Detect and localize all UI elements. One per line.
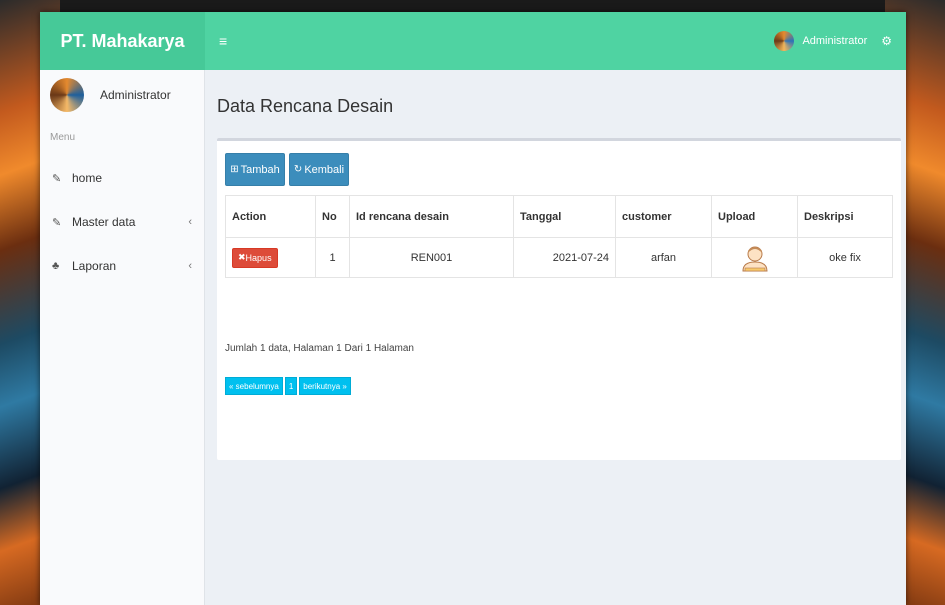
kembali-button[interactable]: ↻ Kembali (289, 153, 349, 186)
cell-id: REN001 (349, 237, 514, 278)
refresh-icon: ↻ (293, 164, 303, 175)
sidebar-item-home[interactable]: ✎ home (40, 156, 204, 200)
next-page-button[interactable]: berikutnya » (299, 377, 351, 395)
cell-no: 1 (315, 237, 350, 278)
sidebar: Administrator Menu ✎ home ✎ Master data … (40, 70, 205, 605)
page-title: Data Rencana Desain (217, 96, 394, 116)
prev-page-button[interactable]: « sebelumnya (225, 377, 283, 395)
app-window: PT. Mahakarya ≡ Administrator ⚙ Administ… (40, 12, 906, 605)
table-row: ✖ Hapus 1 REN001 2021-07-24 arfan oke fi… (225, 237, 893, 278)
close-icon: ✖ (238, 252, 246, 262)
chevron-left-icon: ‹ (188, 216, 192, 228)
cell-customer: arfan (615, 237, 712, 278)
data-table: Action No Id rencana desain Tanggal cust… (225, 195, 893, 278)
topbar-user-name: Administrator (802, 35, 868, 47)
menu-header: Menu (50, 132, 76, 143)
user-avatar-small (774, 31, 795, 51)
pagination-summary: Jumlah 1 data, Halaman 1 Dari 1 Halaman (225, 343, 414, 354)
column-header-id[interactable]: Id rencana desain (349, 195, 514, 238)
edit-icon: ✎ (52, 216, 62, 229)
column-header-tanggal[interactable]: Tanggal (513, 195, 616, 238)
main-content: Data Rencana Desain ⊞ Tambah ↻ Kembali A… (205, 70, 906, 605)
user-menu[interactable]: Administrator ⚙ (774, 31, 892, 51)
table-header-row: Action No Id rencana desain Tanggal cust… (225, 195, 893, 238)
hapus-button[interactable]: ✖ Hapus (232, 247, 278, 268)
column-header-upload[interactable]: Upload (711, 195, 798, 238)
column-header-no[interactable]: No (315, 195, 350, 238)
column-header-action[interactable]: Action (225, 195, 316, 238)
kembali-label: Kembali (304, 163, 345, 176)
user-image-icon[interactable] (718, 244, 791, 272)
sidebar-item-label: home (72, 171, 103, 185)
chevron-left-icon: ‹ (188, 260, 192, 272)
sidebar-user-name: Administrator (100, 88, 171, 102)
content-box: ⊞ Tambah ↻ Kembali Action No Id rencana … (217, 138, 901, 460)
sidebar-item-laporan[interactable]: ♣ Laporan ‹ (40, 244, 204, 288)
pagination: « sebelumnya 1 berikutnya » (225, 377, 351, 395)
cell-action: ✖ Hapus (225, 237, 316, 278)
sidebar-item-master-data[interactable]: ✎ Master data ‹ (40, 200, 204, 244)
cell-deskripsi: oke fix (797, 237, 893, 278)
sidebar-item-label: Master data (72, 215, 136, 229)
user-panel: Administrator (40, 70, 204, 120)
tambah-button[interactable]: ⊞ Tambah (225, 153, 285, 186)
sidebar-item-label: Laporan (72, 259, 117, 273)
plus-square-icon: ⊞ (230, 164, 239, 175)
gears-icon[interactable]: ⚙ (881, 34, 892, 48)
cell-tanggal: 2021-07-24 (513, 237, 616, 278)
sitemap-icon: ♣ (52, 260, 60, 272)
edit-icon: ✎ (52, 172, 62, 185)
menu-toggle-icon[interactable]: ≡ (219, 33, 227, 49)
column-header-deskripsi[interactable]: Deskripsi (797, 195, 893, 238)
hapus-label: Hapus (245, 252, 272, 263)
avatar (50, 78, 84, 112)
top-navbar: PT. Mahakarya ≡ Administrator ⚙ (40, 12, 906, 70)
column-header-customer[interactable]: customer (615, 195, 712, 238)
brand-logo[interactable]: PT. Mahakarya (40, 12, 205, 70)
cell-upload (711, 237, 798, 278)
tambah-label: Tambah (240, 163, 280, 176)
page-number-button[interactable]: 1 (284, 377, 298, 395)
